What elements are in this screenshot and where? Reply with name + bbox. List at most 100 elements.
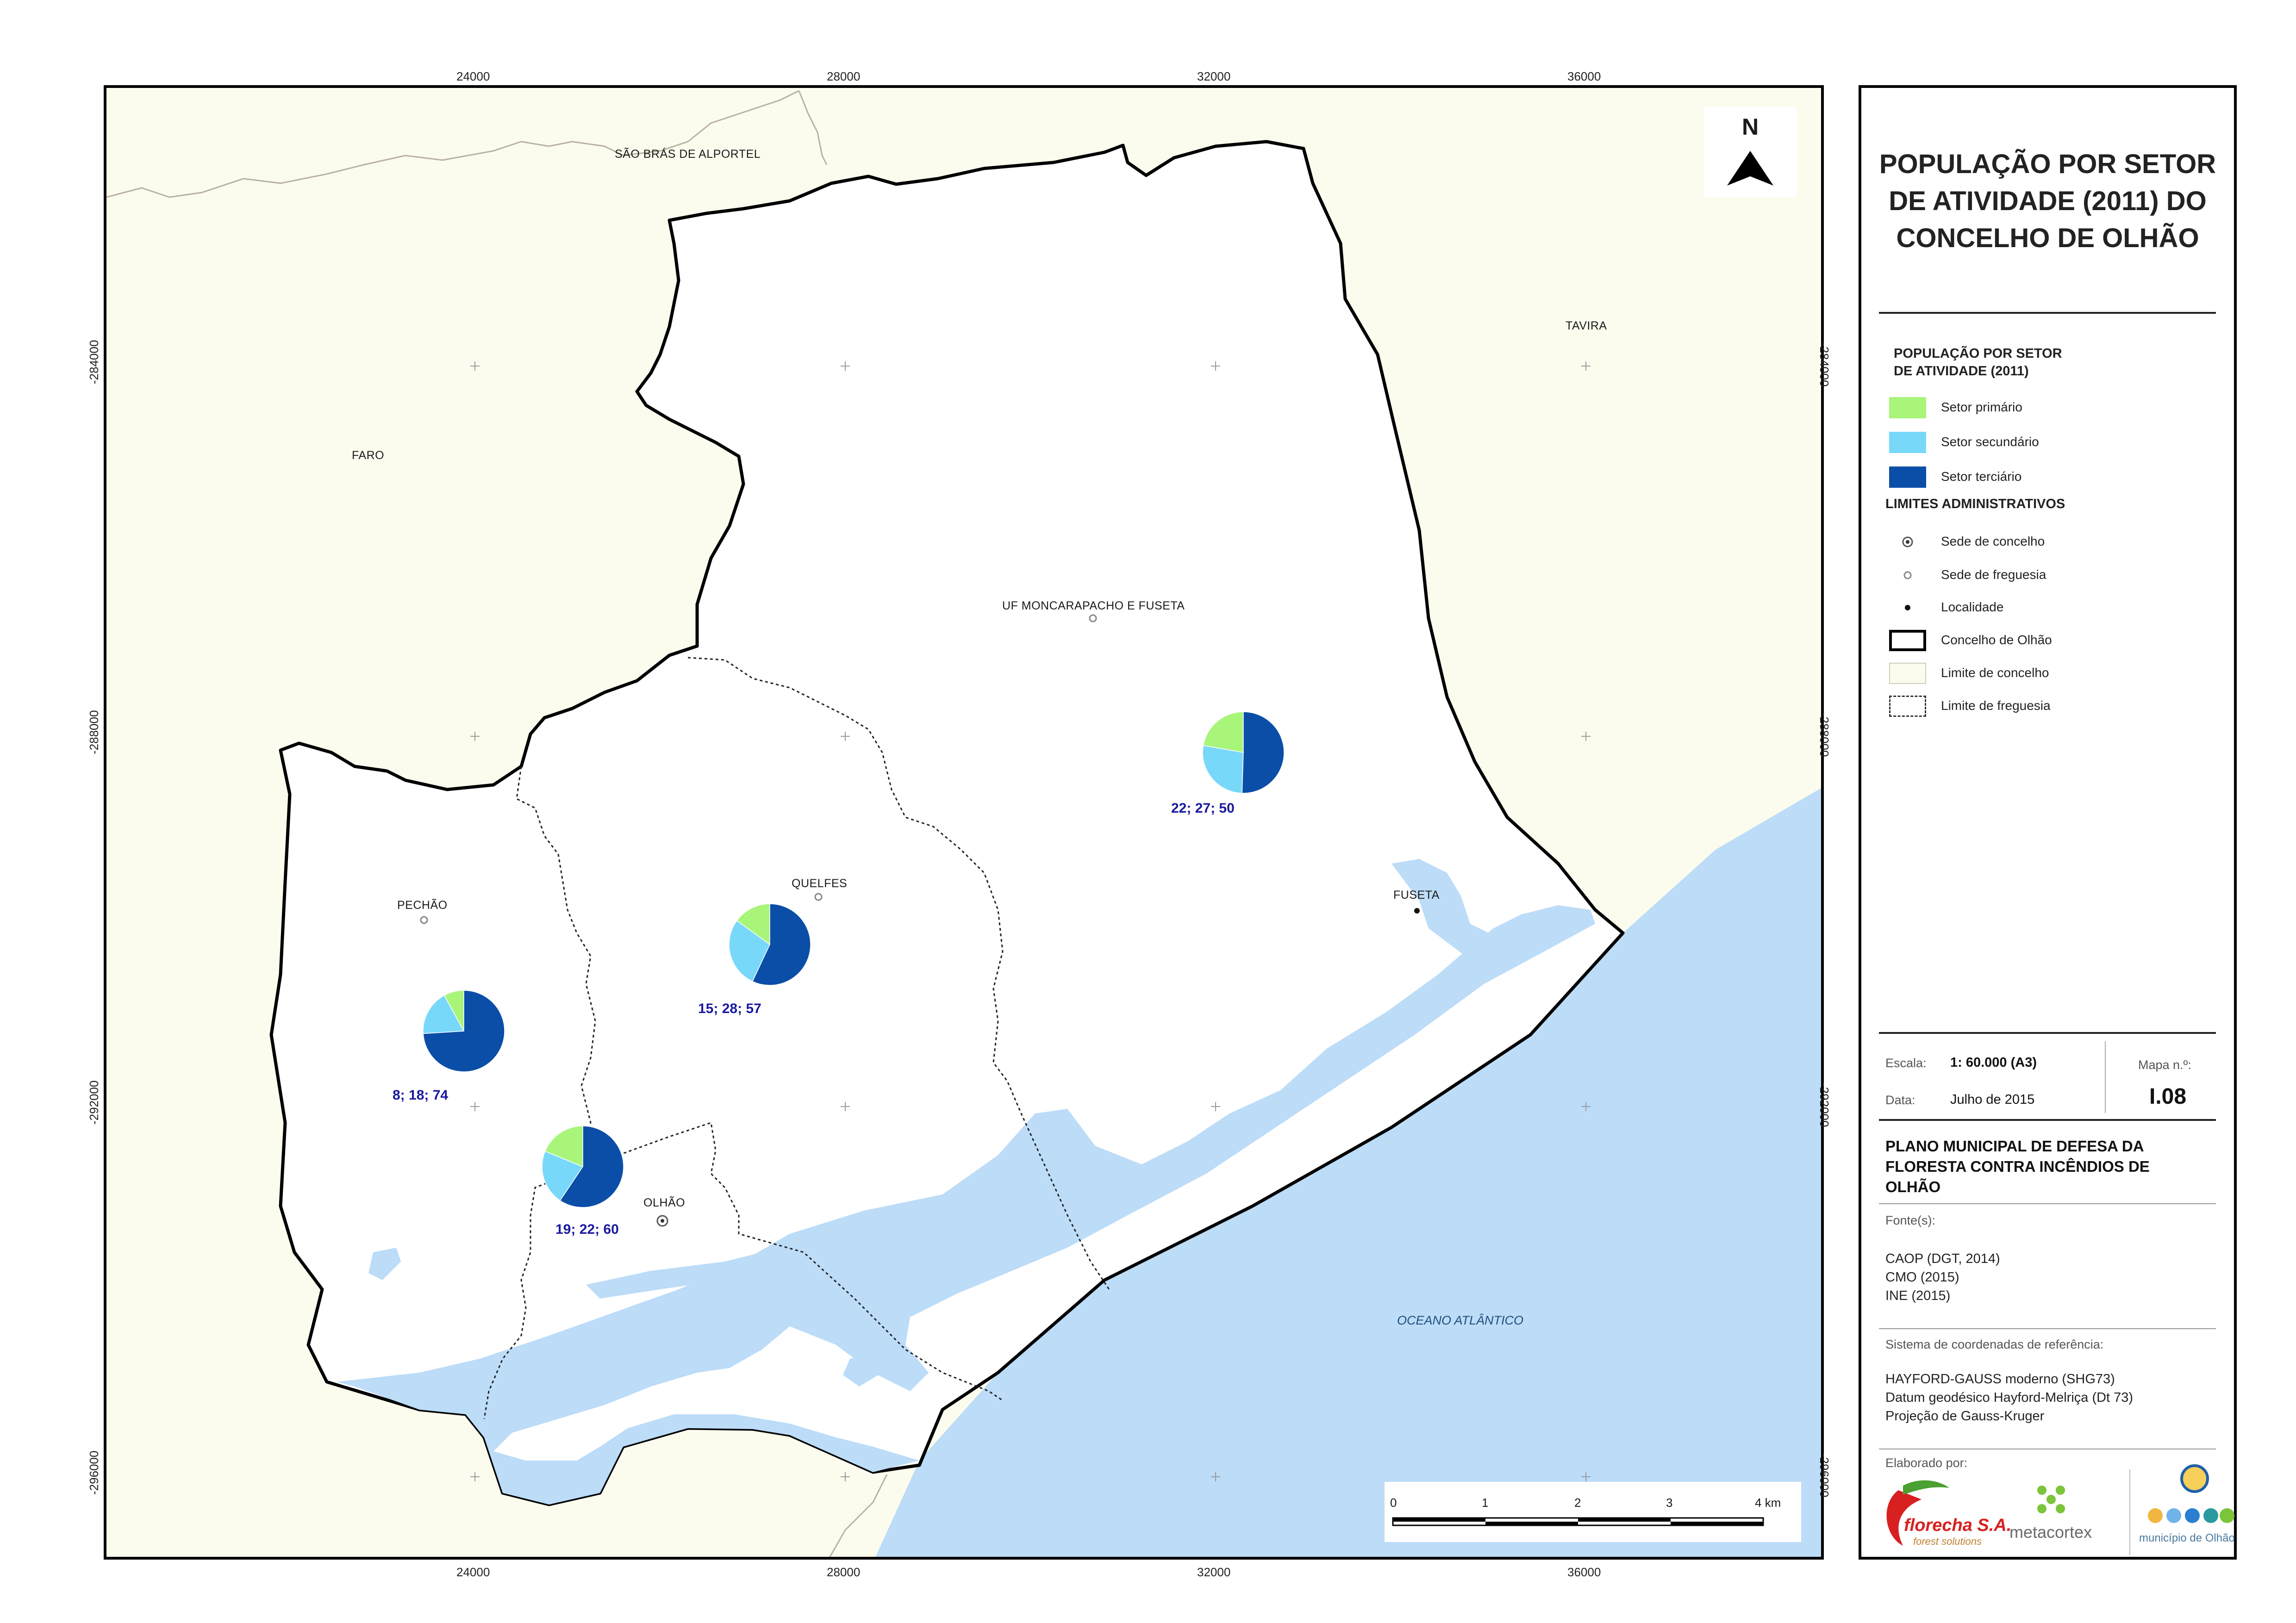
place-label-fuseta: FUSETA [1393,889,1440,902]
grid-label-y-right: -288000 [1817,713,1831,757]
grid-label-y-left: -284000 [87,340,101,384]
primary-swatch [1889,397,1926,418]
place-label-olhao: OLHÃO [643,1196,686,1209]
crs-item: Datum geodésico Hayford-Melriça (Dt 73) [1885,1390,2134,1405]
scale-value: 1: 60.000 (A3) [1950,1055,2037,1070]
secondary-swatch [1889,432,1926,453]
map-frame: SÃO BRÁS DE ALPORTEL TAVIRA FARO UF MONC… [104,85,1824,1560]
place-label-pechao: PECHÃO [397,899,448,912]
scale-bar-graphic [1392,1517,1764,1526]
north-arrow: N [1704,107,1797,197]
legend-item-label: Setor terciário [1941,469,2022,484]
place-label-moncarapacho: UF MONCARAPACHO E FUSETA [1002,599,1185,612]
source-item: CAOP (DGT, 2014) [1885,1251,2000,1266]
legend-item-concelho-olhao: Concelho de Olhão [1889,626,2213,651]
source-item: CMO (2015) [1885,1270,1959,1285]
scale-bar: 0 1 2 3 4 km [1385,1482,1801,1542]
metacortex-logo-text: metacortex [2009,1523,2092,1542]
legend-item-sede-freguesia: Sede de freguesia [1889,561,2213,584]
title-rule [1879,312,2216,314]
place-label-quelfes: QUELFES [792,877,848,890]
info-rule [1879,1032,2216,1034]
sources-label: Fonte(s): [1885,1213,1936,1227]
metacortex-logo-icon [2037,1486,2065,1513]
pie-label-olhao: 19; 22; 60 [555,1222,619,1237]
place-label-tavira: TAVIRA [1566,319,1607,332]
legend-item-label: Setor secundário [1941,435,2039,449]
map-title-line: DE ATIVIDADE (2011) DO [1889,186,2207,216]
legend-item-limite-concelho: Limite de concelho [1889,659,2213,684]
tertiary-swatch [1889,466,1926,488]
limite-concelho [106,90,799,198]
legend-pop-title-line: DE ATIVIDADE (2011) [1894,364,2029,379]
sede-freguesia-icon [1903,571,1912,579]
plan-title: PLANO MUNICIPAL DE DEFESA DA FLORESTA CO… [1885,1136,2150,1197]
legend-item-label: Limite de concelho [1941,665,2049,680]
date-label: Data: [1885,1093,1915,1107]
legend-item-sede-concelho: Sede de concelho [1889,528,2213,551]
limite-concelho [829,1474,888,1557]
grid-label-y-left: -296000 [87,1450,101,1495]
grid-label-x-bottom: 24000 [456,1565,490,1579]
sede-freguesia-marker[interactable] [420,916,428,924]
ocean-label: OCEANO ATLÂNTICO [1397,1313,1524,1327]
legend-item-localidade: Localidade [1889,593,2213,616]
sources-rule [1879,1203,2216,1204]
limite-concelho [798,90,828,165]
north-arrow-icon [1727,151,1773,186]
sede-concelho-icon [1902,536,1913,547]
map-canvas [106,90,1821,1557]
florecha-logo-subtext: forest solutions [1913,1536,1982,1547]
sede-concelho-marker-dot [661,1219,664,1223]
crs-item: HAYFORD-GAUSS moderno (SHG73) [1885,1372,2115,1387]
pie-label-pechao: 8; 18; 74 [393,1088,449,1103]
municipio-emblem-icon [2180,1464,2209,1493]
limite-concelho-swatch [1889,663,1926,684]
localidade-marker[interactable] [1414,908,1420,914]
grid-label-y-left: -288000 [87,710,101,754]
source-item: INE (2015) [1885,1288,1951,1303]
legend-admin-title: LIMITES ADMINISTRATIVOS [1885,497,2065,511]
sede-freguesia-marker[interactable] [1089,614,1097,622]
pie-label-quelfes: 15; 28; 57 [698,1001,761,1016]
place-label-faro: FARO [352,449,385,462]
grid-label-x-bottom: 32000 [1197,1565,1231,1579]
legend-item-label: Sede de concelho [1941,534,2045,548]
sede-freguesia-marker[interactable] [814,893,823,901]
grid-label-x-top: 28000 [827,69,861,83]
legend-item-label: Setor primário [1941,400,2022,414]
plan-title-line: OLHÃO [1885,1178,1941,1195]
pie-label-moncarapacho: 22; 27; 50 [1171,801,1235,816]
plan-title-line: PLANO MUNICIPAL DE DEFESA DA [1885,1138,2144,1155]
legend-item-label: Sede de freguesia [1941,567,2046,582]
limite-freguesia-swatch [1889,696,1926,717]
municipio-logo-icon [2148,1508,2234,1523]
place-label-sao-bras: SÃO BRÁS DE ALPORTEL [615,148,761,161]
grid-label-x-bottom: 28000 [827,1565,861,1579]
plan-rule [1879,1119,2216,1121]
legend-item-label: Concelho de Olhão [1941,633,2052,647]
legend-item-tertiary: Setor terciário [1889,463,2213,488]
map-title-line: CONCELHO DE OLHÃO [1896,223,2199,253]
legend-pop-title: POPULAÇÃO POR SETOR DE ATIVIDADE (2011) [1894,345,2062,380]
grid-label-y-right: -284000 [1817,342,1831,387]
municipio-logo-text: município de Olhão [2139,1532,2235,1544]
legend-item-primary: Setor primário [1889,393,2213,418]
legend-item-limite-freguesia: Limite de freguesia [1889,692,2213,717]
grid-label-y-left: -292000 [87,1080,101,1125]
legend-item-secondary: Setor secundário [1889,428,2213,453]
grid-label-x-top: 24000 [456,69,490,83]
plan-title-line: FLORESTA CONTRA INCÊNDIOS DE [1885,1158,2150,1175]
crs-item: Projeção de Gauss-Kruger [1885,1409,2045,1424]
map-title: POPULAÇÃO POR SETOR DE ATIVIDADE (2011) … [1861,146,2234,257]
grid-label-x-top: 36000 [1567,69,1601,83]
grid-label-y-right: -296000 [1817,1453,1831,1498]
florecha-logo-text: florecha S.A. [1904,1516,2012,1535]
scale-label: Escala: [1885,1056,1927,1070]
concelho-olhao-swatch [1889,630,1926,651]
legend-panel: POPULAÇÃO POR SETOR DE ATIVIDADE (2011) … [1859,85,2237,1560]
crs-rule [1879,1328,2216,1329]
legend-item-label: Localidade [1941,600,2004,614]
legend-item-label: Limite de freguesia [1941,698,2051,713]
grid-label-y-right: -292000 [1817,1083,1831,1127]
